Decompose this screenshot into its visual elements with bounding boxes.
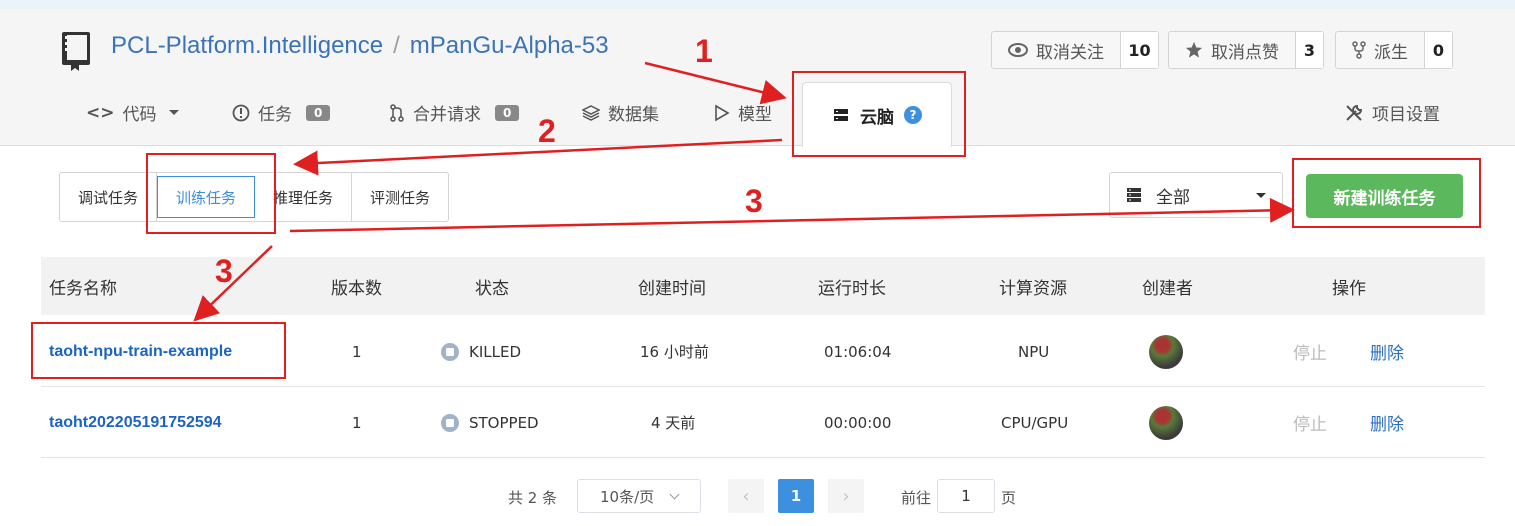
- status-text: KILLED: [469, 342, 522, 361]
- debug-task-tab[interactable]: 调试任务: [60, 173, 158, 221]
- annotation-number-3: 3: [745, 183, 763, 219]
- tab-pull-requests[interactable]: 合并请求 0: [389, 100, 520, 125]
- tab-models[interactable]: 模型: [714, 100, 772, 125]
- annotation-box-task-name: [31, 322, 286, 379]
- repo-owner-link[interactable]: PCL-Platform.Intelligence: [111, 32, 383, 59]
- page-size-select[interactable]: 10条/页: [577, 479, 701, 513]
- merge-icon: [390, 103, 404, 122]
- unstar-button[interactable]: 取消点赞 3: [1168, 31, 1324, 69]
- pulls-count-badge: 0: [495, 104, 520, 121]
- repo-name-link[interactable]: mPanGu-Alpha-53: [410, 32, 609, 59]
- annotation-box-cloudbrain: [792, 71, 966, 157]
- col-status: 状态: [475, 278, 509, 299]
- fork-button[interactable]: 派生 0: [1335, 31, 1453, 69]
- tools-icon: [1346, 104, 1363, 121]
- unwatch-button[interactable]: 取消关注 10: [991, 31, 1159, 69]
- watch-count[interactable]: 10: [1120, 32, 1158, 68]
- status-cell: KILLED: [441, 316, 521, 387]
- table-row: taoht202205191752594 1 STOPPED 4 天前 00:0…: [41, 387, 1485, 458]
- delete-button[interactable]: 删除: [1370, 316, 1404, 387]
- stopped-status-icon: [441, 413, 459, 432]
- avatar[interactable]: [1149, 405, 1183, 440]
- col-creator: 创建者: [1142, 278, 1193, 299]
- repo-title: PCL-Platform.Intelligence / mPanGu-Alpha-5…: [111, 32, 609, 60]
- pagination-total: 共 2 条: [508, 488, 558, 507]
- eye-icon: [1008, 43, 1028, 57]
- goto-page-input[interactable]: 1: [937, 479, 995, 513]
- tab-datasets[interactable]: 数据集: [582, 100, 659, 125]
- server-icon: [1127, 188, 1141, 202]
- evaluation-task-tab[interactable]: 评测任务: [352, 173, 448, 221]
- tab-settings-label: 项目设置: [1372, 105, 1440, 125]
- version-count: 1: [352, 413, 362, 432]
- tab-pulls-label: 合并请求: [413, 105, 481, 125]
- delete-button[interactable]: 删除: [1370, 387, 1404, 458]
- tab-code-label: 代码: [122, 105, 157, 125]
- page-unit-label: 页: [1001, 488, 1017, 507]
- avatar[interactable]: [1149, 334, 1183, 369]
- fork-icon: [1352, 41, 1366, 59]
- col-task-name: 任务名称: [49, 278, 117, 299]
- issues-count-badge: 0: [306, 104, 331, 121]
- tab-models-label: 模型: [738, 105, 772, 125]
- resource-filter-label: 全部: [1156, 187, 1190, 208]
- version-count: 1: [352, 342, 362, 361]
- annotation-box-new-button: [1292, 158, 1481, 228]
- repo-separator: /: [393, 32, 400, 59]
- creator-cell: [1149, 387, 1183, 458]
- tab-issues[interactable]: 任务 0: [232, 100, 331, 125]
- resource-filter-dropdown[interactable]: 全部: [1109, 172, 1283, 218]
- repo-header: [0, 9, 1515, 146]
- top-strip: [0, 0, 1515, 9]
- prev-page-button[interactable]: ‹: [728, 479, 764, 513]
- chevron-down-icon: [669, 489, 680, 499]
- tab-issues-label: 任务: [258, 105, 292, 125]
- tab-code[interactable]: <> 代码: [86, 100, 179, 125]
- status-text: STOPPED: [469, 413, 539, 432]
- stopped-status-icon: [441, 342, 459, 361]
- repo-book-icon: [62, 32, 90, 71]
- task-name-link[interactable]: taoht202205191752594: [49, 387, 222, 458]
- compute-resource: CPU/GPU: [1001, 413, 1069, 432]
- col-created: 创建时间: [638, 278, 706, 299]
- page-number-current[interactable]: 1: [778, 479, 814, 513]
- unwatch-label: 取消关注: [1036, 42, 1104, 63]
- annotation-box-train-tab: [146, 153, 276, 234]
- unstar-label: 取消点赞: [1211, 42, 1279, 63]
- page-size-value: 10条/页: [600, 487, 655, 506]
- fork-count[interactable]: 0: [1424, 32, 1452, 68]
- col-duration: 运行时长: [818, 278, 886, 299]
- layers-icon: [582, 104, 600, 121]
- code-icon: <>: [86, 102, 115, 123]
- creator-cell: [1149, 316, 1183, 387]
- goto-label: 前往: [901, 488, 932, 507]
- annotation-number-1: 1: [695, 33, 713, 69]
- created-time: 16 小时前: [640, 343, 709, 361]
- stop-button[interactable]: 停止: [1293, 387, 1327, 458]
- info-circle-icon: [232, 104, 250, 121]
- col-resource: 计算资源: [999, 278, 1067, 299]
- tab-settings[interactable]: 项目设置: [1344, 100, 1440, 125]
- annotation-number-2: 2: [538, 113, 556, 149]
- fork-label: 派生: [1374, 42, 1408, 63]
- next-page-button[interactable]: ›: [828, 479, 864, 513]
- status-cell: STOPPED: [441, 387, 539, 458]
- tab-datasets-label: 数据集: [608, 105, 659, 125]
- caret-down-icon: [168, 110, 179, 115]
- annotation-number-3: 3: [215, 253, 233, 289]
- col-versions: 版本数: [331, 278, 382, 299]
- play-icon: [715, 104, 730, 121]
- star-icon: [1185, 41, 1203, 58]
- run-duration: 00:00:00: [824, 413, 892, 432]
- caret-down-icon: [1256, 192, 1266, 198]
- run-duration: 01:06:04: [824, 342, 892, 361]
- col-actions: 操作: [1332, 278, 1366, 299]
- compute-resource: NPU: [1018, 342, 1050, 361]
- star-count[interactable]: 3: [1295, 32, 1323, 68]
- stop-button[interactable]: 停止: [1293, 316, 1327, 387]
- created-time: 4 天前: [651, 414, 696, 432]
- table-header: 任务名称 版本数 状态 创建时间 运行时长 计算资源 创建者 操作: [41, 257, 1485, 315]
